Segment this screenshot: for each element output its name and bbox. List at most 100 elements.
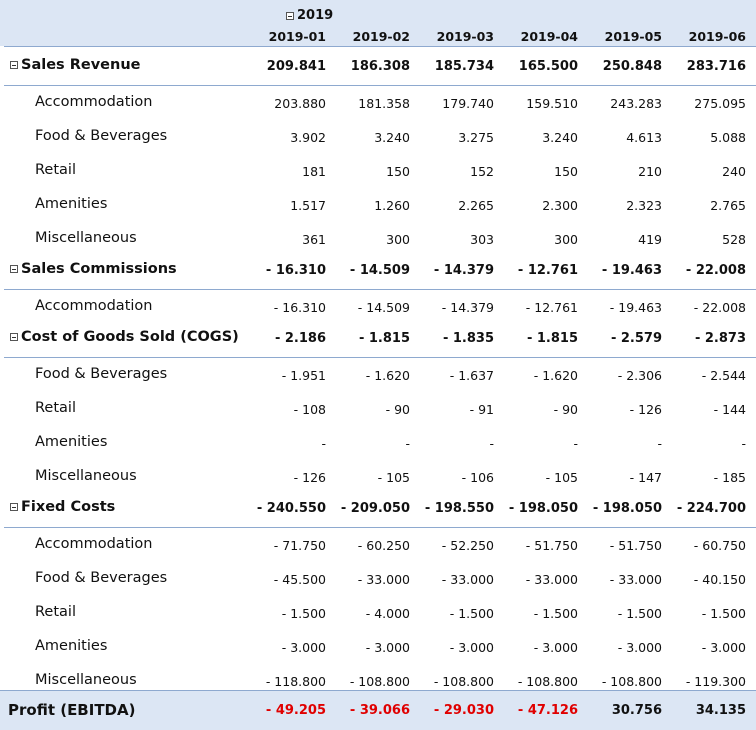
cell-value: - 119.300: [685, 674, 746, 689]
cell-value: - 240.550: [256, 501, 326, 516]
collapse-toggle-icon[interactable]: [10, 265, 18, 273]
cell-value: -: [321, 436, 326, 451]
total-cell-value: - 47.126: [517, 703, 578, 718]
cell-value: - 90: [385, 402, 410, 417]
group-label[interactable]: Fixed Costs: [10, 499, 115, 515]
cell-value: - 1.500: [281, 606, 326, 621]
table-row: Amenities 1.517 1.260 2.265 2.300 2.323 2.765: [0, 188, 756, 222]
cell-value: - 1.500: [449, 606, 494, 621]
column-header-2019-01[interactable]: 2019-01: [242, 29, 326, 44]
row-label: Accommodation: [35, 94, 152, 110]
cell-value: - 14.509: [349, 263, 410, 278]
row-label-text: Amenities: [35, 434, 108, 450]
row-label: Retail: [35, 604, 76, 620]
cell-value: 361: [302, 232, 326, 247]
header-divider: [4, 46, 756, 47]
column-header-2019-04[interactable]: 2019-04: [494, 29, 578, 44]
cell-value: - 1.951: [281, 368, 326, 383]
collapse-toggle-icon[interactable]: [10, 61, 18, 69]
row-label: Amenities: [35, 434, 107, 450]
cell-value: - 71.750: [273, 538, 326, 553]
cell-value: - 1.815: [526, 331, 578, 346]
cell-value: - 40.150: [693, 572, 746, 587]
group-row: Sales Commissions - 16.310 - 14.509 - 14.37…: [0, 256, 756, 290]
cell-value: 1.517: [290, 198, 326, 213]
cell-value: - 19.463: [609, 300, 662, 315]
cell-value: 4.613: [626, 130, 662, 145]
row-label: Amenities: [35, 638, 107, 654]
cell-value: - 2.544: [701, 368, 746, 383]
group-row: Cost of Goods Sold (COGS) - 2.186 - 1.815 -…: [0, 324, 756, 358]
cell-value: - 126: [293, 470, 326, 485]
column-header-2019-03[interactable]: 2019-03: [410, 29, 494, 44]
cell-value: 275.095: [694, 96, 746, 111]
collapse-toggle-icon[interactable]: [10, 333, 18, 341]
year-header[interactable]: 2019: [286, 8, 333, 23]
total-cell-value: - 49.205: [265, 703, 326, 718]
cell-value: - 108.800: [349, 674, 410, 689]
row-label-text: Accommodation: [35, 298, 153, 314]
total-row-profit: Profit (EBITDA) - 49.205 - 39.066 - 29.030…: [0, 690, 756, 730]
row-label: Food & Beverages: [35, 570, 167, 586]
cell-value: - 108.800: [601, 674, 662, 689]
cell-value: - 105: [545, 470, 578, 485]
collapse-toggle-icon[interactable]: [286, 11, 294, 20]
cell-value: - 33.000: [525, 572, 578, 587]
row-label-text: Amenities: [35, 638, 108, 654]
cell-value: - 51.750: [525, 538, 578, 553]
cell-value: 209.841: [266, 59, 326, 74]
cell-value: - 33.000: [609, 572, 662, 587]
row-label: Accommodation: [35, 298, 152, 314]
cell-value: - 90: [553, 402, 578, 417]
cell-value: -: [489, 436, 494, 451]
row-label: Miscellaneous: [35, 230, 137, 246]
cell-value: 179.740: [442, 96, 494, 111]
table-row: Accommodation - 16.310 - 14.509 - 14.379 - 1…: [0, 290, 756, 324]
cell-value: - 12.761: [517, 263, 578, 278]
group-label[interactable]: Sales Commissions: [10, 261, 177, 277]
row-label-text: Sales Commissions: [21, 261, 177, 277]
table-row: Accommodation 203.880 181.358 179.740 159.51…: [0, 86, 756, 120]
collapse-toggle-icon[interactable]: [10, 503, 18, 511]
cell-value: 303: [470, 232, 494, 247]
group-label[interactable]: Sales Revenue: [10, 57, 140, 73]
cell-value: 185.734: [434, 59, 494, 74]
group-label[interactable]: Cost of Goods Sold (COGS): [10, 329, 239, 345]
cell-value: - 1.620: [533, 368, 578, 383]
group-row: Fixed Costs - 240.550 - 209.050 - 198.550 - …: [0, 494, 756, 528]
row-label-text: Accommodation: [35, 94, 153, 110]
cell-value: 2.323: [626, 198, 662, 213]
cell-value: 2.765: [710, 198, 746, 213]
row-label: Food & Beverages: [35, 366, 167, 382]
cell-value: - 3.000: [281, 640, 326, 655]
cell-value: 186.308: [350, 59, 410, 74]
total-cell-value: - 29.030: [433, 703, 494, 718]
cell-value: 300: [386, 232, 410, 247]
table-row: Food & Beverages - 1.951 - 1.620 - 1.637 - 1…: [0, 358, 756, 392]
cell-value: - 185: [713, 470, 746, 485]
group-row: Sales Revenue 209.841 186.308 185.734 165.50…: [0, 52, 756, 86]
row-label-text: Retail: [35, 400, 76, 416]
row-label: Amenities: [35, 196, 107, 212]
cell-value: 165.500: [518, 59, 578, 74]
cell-value: 181.358: [358, 96, 410, 111]
cell-value: - 1.815: [358, 331, 410, 346]
row-label-text: Fixed Costs: [21, 499, 116, 515]
cell-value: - 198.050: [592, 501, 662, 516]
cell-value: 152: [470, 164, 494, 179]
cell-value: - 2.186: [274, 331, 326, 346]
cell-value: - 3.000: [617, 640, 662, 655]
cell-value: 150: [386, 164, 410, 179]
cell-value: - 144: [713, 402, 746, 417]
row-label: Accommodation: [35, 536, 152, 552]
cell-value: - 51.750: [609, 538, 662, 553]
cell-value: 283.716: [686, 59, 746, 74]
total-label: Profit (EBITDA): [8, 701, 136, 719]
column-header-2019-05[interactable]: 2019-05: [578, 29, 662, 44]
row-label-text: Cost of Goods Sold (COGS): [21, 329, 239, 345]
cell-value: - 126: [629, 402, 662, 417]
column-header-2019-06[interactable]: 2019-06: [662, 29, 746, 44]
table-row: Amenities - 3.000 - 3.000 - 3.000 - 3.000 - 3…: [0, 630, 756, 664]
cell-value: - 106: [461, 470, 494, 485]
column-header-2019-02[interactable]: 2019-02: [326, 29, 410, 44]
